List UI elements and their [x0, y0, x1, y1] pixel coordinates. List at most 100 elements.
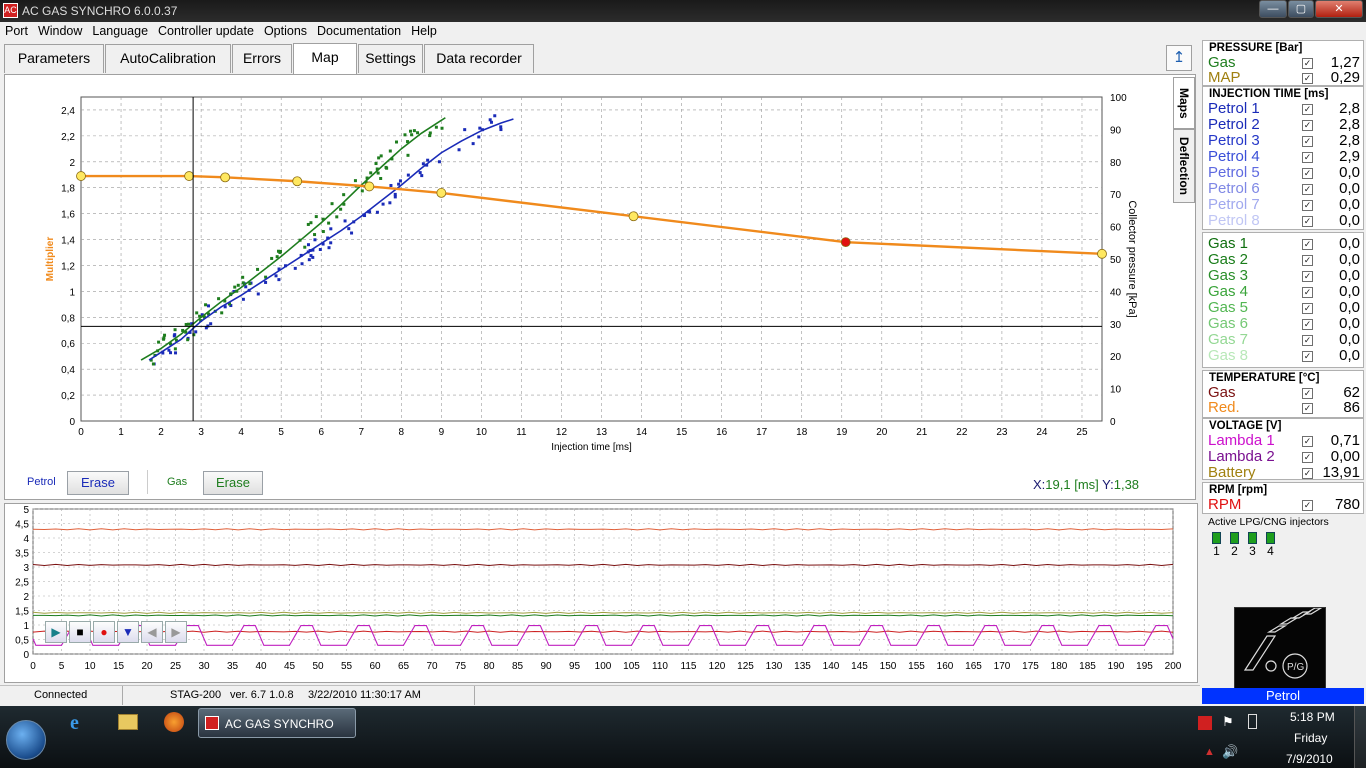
tab-autocalibration[interactable]: AutoCalibration: [105, 44, 231, 73]
checkbox[interactable]: ✓: [1302, 255, 1313, 266]
petrol-sample-point: [499, 125, 503, 129]
title-bar[interactable]: AC AC GAS SYNCHRO 6.0.0.37 — ▢ ✕: [0, 0, 1366, 22]
menu-port[interactable]: Port: [0, 22, 33, 38]
gas-injector-row-4: Gas 4 ✓ 0,0: [1208, 283, 1360, 300]
pressure-title: PRESSURE [Bar]: [1209, 42, 1303, 54]
gas-sample-point: [303, 245, 307, 249]
menu-window[interactable]: Window: [33, 22, 87, 38]
y2-tick-label: 90: [1110, 125, 1122, 136]
side-tab-deflection[interactable]: Deflection: [1173, 129, 1195, 203]
tab-parameters[interactable]: Parameters: [4, 44, 104, 73]
checkbox[interactable]: ✓: [1302, 271, 1313, 282]
x-tick-label: 20: [876, 427, 888, 438]
checkbox[interactable]: ✓: [1302, 351, 1313, 362]
checkbox[interactable]: ✓: [1302, 388, 1313, 399]
record-icon[interactable]: ●: [93, 621, 115, 643]
signal-x-tick-label: 190: [1108, 661, 1125, 672]
checkbox[interactable]: ✓: [1302, 319, 1313, 330]
menu-language[interactable]: Language: [87, 22, 153, 38]
petrol-sample-point: [499, 128, 503, 132]
erase-gas-button[interactable]: Erase: [203, 471, 263, 495]
menu-documentation[interactable]: Documentation: [312, 22, 406, 38]
checkbox[interactable]: ✓: [1302, 303, 1313, 314]
erase-petrol-button[interactable]: Erase: [67, 471, 129, 495]
checkbox[interactable]: ✓: [1302, 152, 1313, 163]
y-tick-label: 1: [69, 287, 75, 298]
checkbox[interactable]: ✓: [1302, 239, 1313, 250]
multiplier-point: [436, 188, 447, 198]
separator: [147, 470, 148, 494]
play-icon[interactable]: ▶: [45, 621, 67, 643]
menu-help[interactable]: Help: [406, 22, 442, 38]
side-tab-maps[interactable]: Maps: [1173, 77, 1195, 129]
gas-sample-point: [173, 347, 177, 351]
gas-sample-point: [395, 140, 399, 144]
checkbox[interactable]: ✓: [1302, 452, 1313, 463]
firefox-icon[interactable]: [164, 712, 184, 732]
checkbox[interactable]: ✓: [1302, 335, 1313, 346]
gas-injector-value: 0,0: [1339, 251, 1360, 268]
checkbox[interactable]: ✓: [1302, 200, 1313, 211]
left-icon[interactable]: ◀: [141, 621, 163, 643]
checkbox[interactable]: ✓: [1302, 136, 1313, 147]
checkbox[interactable]: ✓: [1302, 184, 1313, 195]
stop-icon[interactable]: ■: [69, 621, 91, 643]
show-desktop-button[interactable]: [1354, 706, 1366, 768]
y2-tick-label: 10: [1110, 385, 1122, 396]
x-tick-label: 21: [916, 427, 928, 438]
tab-errors[interactable]: Errors: [232, 44, 292, 73]
volume-icon[interactable]: 🔊: [1222, 744, 1238, 760]
checkbox[interactable]: ✓: [1302, 120, 1313, 131]
battery-icon[interactable]: [1248, 714, 1257, 729]
gas-sample-point: [379, 154, 383, 158]
internet-explorer-icon[interactable]: e: [70, 712, 94, 736]
checkbox[interactable]: ✓: [1302, 58, 1313, 69]
checkbox[interactable]: ✓: [1302, 500, 1313, 511]
tray-app-icon[interactable]: [1198, 716, 1212, 730]
tab-data-recorder[interactable]: Data recorder: [424, 44, 534, 73]
petrol-injector-row-6: Petrol 6 ✓ 0,0: [1208, 180, 1360, 197]
flag-icon[interactable]: ⚑: [1222, 714, 1234, 730]
checkbox[interactable]: ✓: [1302, 216, 1313, 227]
menu-options[interactable]: Options: [259, 22, 312, 38]
folder-icon[interactable]: [118, 714, 138, 730]
tab-settings[interactable]: Settings: [358, 44, 423, 73]
checkbox[interactable]: ✓: [1302, 468, 1313, 479]
gas-injector-value: 0,0: [1339, 315, 1360, 332]
minimize-button[interactable]: —: [1259, 0, 1287, 18]
map-chart[interactable]: 0 1 2 3 4 5 6 7 8 9 10 11 12 13 14 15 16 17 18 19 20 21 22 23 24…: [5, 75, 1195, 499]
gas-sample-point: [204, 303, 208, 307]
network-icon[interactable]: ▲: [1204, 746, 1215, 758]
clock-time[interactable]: 5:18 PM: [1290, 710, 1335, 724]
y2-tick-label: 50: [1110, 255, 1122, 266]
fuel-switch-display[interactable]: P/G: [1234, 607, 1326, 699]
rpm-row-1: RPM ✓ 780: [1208, 496, 1360, 513]
injector-label: 4: [1267, 544, 1274, 558]
signal-y-tick-label: 1: [23, 621, 29, 632]
checkbox[interactable]: ✓: [1302, 168, 1313, 179]
signal-chart[interactable]: 0 5 10 15 20 25 30 35 40 45 50 55 60 65 70 75 80 85 90 95 10…: [5, 504, 1197, 682]
signal-y-tick-label: 3,5: [15, 549, 29, 560]
gas-sample-point: [434, 125, 438, 129]
petrol-sample-point: [327, 246, 331, 250]
checkbox[interactable]: ✓: [1302, 73, 1313, 84]
signal-x-tick-label: 185: [1079, 661, 1096, 672]
right-icon[interactable]: ▶: [165, 621, 187, 643]
pin-icon[interactable]: ↥: [1166, 45, 1192, 71]
down-icon[interactable]: ▼: [117, 621, 139, 643]
status-bar: Connected STAG-200 ver. 6.7 1.0.8 3/22/2…: [0, 685, 1200, 705]
checkbox[interactable]: ✓: [1302, 403, 1313, 414]
checkbox[interactable]: ✓: [1302, 287, 1313, 298]
checkbox[interactable]: ✓: [1302, 436, 1313, 447]
start-button[interactable]: [6, 720, 46, 760]
multiplier-point: [1097, 248, 1107, 259]
taskbar-app-button[interactable]: AC GAS SYNCHRO: [198, 708, 356, 738]
maximize-button[interactable]: ▢: [1288, 0, 1314, 18]
rpm-title: RPM [rpm]: [1209, 484, 1268, 496]
checkbox[interactable]: ✓: [1302, 104, 1313, 115]
petrol-sample-point: [194, 330, 198, 334]
tab-map[interactable]: Map: [293, 43, 357, 74]
close-button[interactable]: ✕: [1315, 0, 1363, 18]
menu-controller-update[interactable]: Controller update: [153, 22, 259, 38]
temperature-name: Red.: [1208, 399, 1240, 416]
